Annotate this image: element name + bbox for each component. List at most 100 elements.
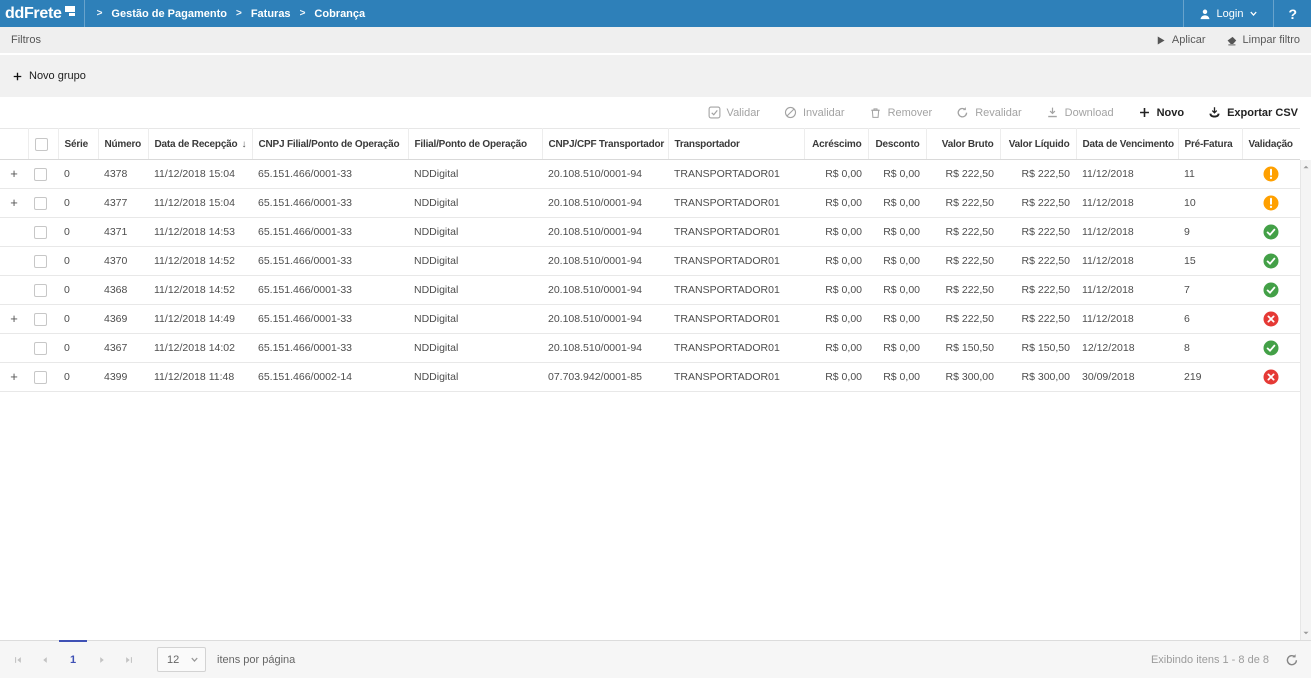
- cell-numero: 4371: [98, 218, 148, 247]
- toolbar-button-exportar-csv[interactable]: Exportar CSV: [1208, 106, 1298, 119]
- login-label: Login: [1217, 8, 1244, 20]
- cell-valor_liquido: R$ 150,50: [1000, 334, 1076, 363]
- last-page-button[interactable]: [115, 641, 142, 678]
- cell-desconto: R$ 0,00: [868, 305, 926, 334]
- breadcrumb-item[interactable]: Faturas: [251, 8, 291, 20]
- row-checkbox[interactable]: [34, 342, 47, 355]
- apply-filter-button[interactable]: Aplicar: [1155, 34, 1206, 46]
- scroll-down-icon[interactable]: [1302, 629, 1310, 637]
- cell-valor_liquido: R$ 300,00: [1000, 363, 1076, 392]
- column-header-label: Número: [105, 139, 142, 150]
- column-header-filial[interactable]: Filial/Ponto de Operação: [408, 129, 542, 160]
- toolbar-button-novo[interactable]: Novo: [1138, 106, 1185, 119]
- prev-page-button[interactable]: [31, 641, 58, 678]
- chevron-down-icon: [190, 655, 199, 664]
- table-row: 0437111/12/2018 14:5365.151.466/0001-33N…: [0, 218, 1300, 247]
- cell-cnpj_transportador: 20.108.510/0001-94: [542, 189, 668, 218]
- cell-expand: +: [0, 363, 28, 392]
- toolbar-button-invalidar[interactable]: Invalidar: [784, 106, 845, 119]
- filters-panel: Novo grupo: [0, 55, 1311, 97]
- cell-serie: 0: [58, 334, 98, 363]
- toolbar-button-revalidar[interactable]: Revalidar: [956, 106, 1021, 119]
- toolbar-button-validar[interactable]: Validar: [708, 106, 760, 119]
- cell-validacao: [1242, 218, 1300, 247]
- cell-validacao: [1242, 160, 1300, 189]
- chevron-down-icon: [1249, 9, 1258, 18]
- next-page-button[interactable]: [88, 641, 115, 678]
- column-header-valor_liquido[interactable]: Valor Líquido: [1000, 129, 1076, 160]
- column-header-data_vencimento[interactable]: Data de Vencimento: [1076, 129, 1178, 160]
- scroll-up-icon[interactable]: [1302, 163, 1310, 171]
- column-header-acrescimo[interactable]: Acréscimo: [804, 129, 868, 160]
- row-checkbox[interactable]: [34, 371, 47, 384]
- column-header-label: Validação: [1249, 139, 1293, 150]
- cell-cnpj_transportador: 20.108.510/0001-94: [542, 218, 668, 247]
- row-checkbox[interactable]: [34, 284, 47, 297]
- table-row: +0439911/12/2018 11:4865.151.466/0002-14…: [0, 363, 1300, 392]
- cell-acrescimo: R$ 0,00: [804, 363, 868, 392]
- invoices-grid: Série Número Data de Recepção↓CNPJ Filial/…: [0, 128, 1300, 392]
- cell-cnpj_transportador: 20.108.510/0001-94: [542, 305, 668, 334]
- cell-valor_bruto: R$ 222,50: [926, 247, 1000, 276]
- cell-data_recepcao: 11/12/2018 14:52: [148, 276, 252, 305]
- cell-desconto: R$ 0,00: [868, 160, 926, 189]
- help-button[interactable]: ?: [1274, 0, 1311, 27]
- cell-validacao: [1242, 334, 1300, 363]
- cell-filial: NDDigital: [408, 334, 542, 363]
- cell-valor_bruto: R$ 222,50: [926, 305, 1000, 334]
- cell-numero: 4369: [98, 305, 148, 334]
- expand-row-button[interactable]: +: [10, 312, 18, 325]
- toolbar-button-remover[interactable]: Remover: [869, 106, 933, 119]
- breadcrumb-item[interactable]: Cobrança: [314, 8, 365, 20]
- expand-row-button[interactable]: +: [10, 370, 18, 383]
- column-header-data_recepcao[interactable]: Data de Recepção↓: [148, 129, 252, 160]
- column-header-select[interactable]: [28, 129, 58, 160]
- app-logo[interactable]: ddFrete: [0, 0, 84, 27]
- column-header-cnpj_transportador[interactable]: CNPJ/CPF Transportador: [542, 129, 668, 160]
- select-all-checkbox[interactable]: [35, 138, 48, 151]
- column-header-cnpj_filial[interactable]: CNPJ Filial/Ponto de Operação: [252, 129, 408, 160]
- toolbar-button-download[interactable]: Download: [1046, 106, 1114, 119]
- row-checkbox[interactable]: [34, 255, 47, 268]
- cell-cnpj_filial: 65.151.466/0001-33: [252, 189, 408, 218]
- cell-transportador: TRANSPORTADOR01: [668, 334, 804, 363]
- vertical-scrollbar[interactable]: [1300, 160, 1311, 640]
- row-checkbox[interactable]: [34, 313, 47, 326]
- download-icon: [1046, 106, 1059, 119]
- column-header-validacao[interactable]: Validação: [1242, 129, 1300, 160]
- column-header-serie[interactable]: Série: [58, 129, 98, 160]
- cell-valor_liquido: R$ 222,50: [1000, 189, 1076, 218]
- trash-icon: [869, 106, 882, 119]
- login-menu[interactable]: Login: [1184, 0, 1274, 27]
- page-size-label: itens por página: [217, 654, 295, 666]
- breadcrumb-item[interactable]: Gestão de Pagamento: [111, 8, 227, 20]
- column-header-pre_fatura[interactable]: Pré-Fatura: [1178, 129, 1242, 160]
- first-page-button[interactable]: [4, 641, 31, 678]
- row-checkbox[interactable]: [34, 168, 47, 181]
- column-header-transportador[interactable]: Transportador: [668, 129, 804, 160]
- column-header-label: Pré-Fatura: [1185, 139, 1233, 150]
- row-checkbox[interactable]: [34, 226, 47, 239]
- column-header-valor_bruto[interactable]: Valor Bruto: [926, 129, 1000, 160]
- column-header-expand[interactable]: [0, 129, 28, 160]
- cell-select: [28, 247, 58, 276]
- cell-data_vencimento: 11/12/2018: [1076, 189, 1178, 218]
- row-checkbox[interactable]: [34, 197, 47, 210]
- page-number-button[interactable]: 1: [58, 641, 88, 678]
- cell-valor_liquido: R$ 222,50: [1000, 218, 1076, 247]
- cell-serie: 0: [58, 305, 98, 334]
- cell-data_vencimento: 12/12/2018: [1076, 334, 1178, 363]
- clear-filter-button[interactable]: Limpar filtro: [1226, 34, 1300, 46]
- cell-filial: NDDigital: [408, 305, 542, 334]
- page-size-select[interactable]: 12: [157, 647, 206, 672]
- column-header-desconto[interactable]: Desconto: [868, 129, 926, 160]
- expand-row-button[interactable]: +: [10, 196, 18, 209]
- column-header-numero[interactable]: Número: [98, 129, 148, 160]
- cell-numero: 4378: [98, 160, 148, 189]
- filters-bar: Filtros Aplicar Limpar filtro: [0, 27, 1311, 55]
- cell-acrescimo: R$ 0,00: [804, 160, 868, 189]
- refresh-icon[interactable]: [1285, 653, 1299, 667]
- expand-row-button[interactable]: +: [10, 167, 18, 180]
- new-group-button[interactable]: Novo grupo: [12, 70, 86, 82]
- cell-pre_fatura: 10: [1178, 189, 1242, 218]
